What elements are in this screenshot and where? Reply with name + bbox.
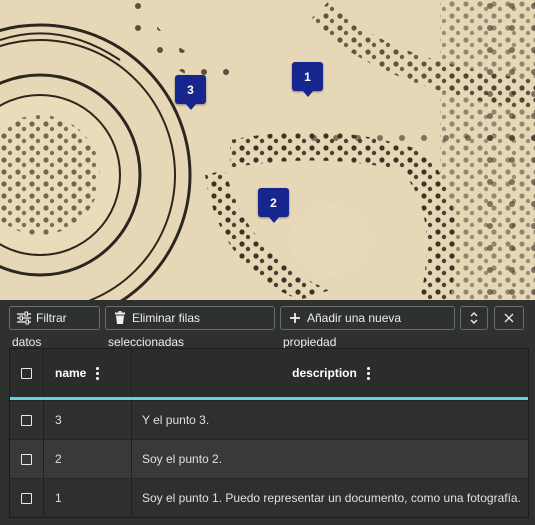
add-property-label: Añadir una nueva: [307, 311, 402, 325]
map-marker-1[interactable]: 1: [292, 62, 323, 97]
filter-icon: [16, 310, 32, 326]
cell-name[interactable]: 2: [55, 440, 62, 478]
close-panel-button[interactable]: [494, 306, 524, 330]
table-row[interactable]: 3 Y el punto 3.: [10, 400, 528, 439]
column-header-description[interactable]: description: [132, 349, 528, 397]
expand-collapse-button[interactable]: [460, 306, 488, 330]
attribute-table-panel: Filtrar Eliminar filas Añadir una nueva: [0, 300, 535, 525]
map-view[interactable]: 1 2 3: [0, 0, 535, 300]
table-toolbar: Filtrar Eliminar filas Añadir una nueva: [0, 300, 535, 349]
row-select-cell: [10, 440, 43, 478]
delete-rows-button[interactable]: Eliminar filas: [105, 306, 275, 330]
column-header-description-label: description: [292, 366, 357, 380]
filter-button[interactable]: Filtrar: [9, 306, 100, 330]
historic-map-image: [0, 0, 535, 300]
row-select-cell: [10, 479, 43, 517]
delete-rows-label-wrap: seleccionadas: [108, 335, 185, 349]
row-checkbox[interactable]: [21, 492, 32, 504]
attribute-table: name description 3 Y el punto 3. 2 Soy e…: [9, 348, 529, 518]
row-checkbox[interactable]: [21, 453, 32, 465]
row-checkbox[interactable]: [21, 414, 32, 426]
trash-icon: [112, 310, 128, 326]
close-icon: [501, 310, 517, 326]
row-select-cell: [10, 401, 43, 439]
add-property-button[interactable]: Añadir una nueva: [280, 306, 455, 330]
cell-name[interactable]: 1: [55, 479, 62, 517]
table-row[interactable]: 2 Soy el punto 2.: [10, 439, 528, 478]
table-row[interactable]: 1 Soy el punto 1. Puedo representar un d…: [10, 478, 528, 517]
select-all-checkbox[interactable]: [21, 367, 32, 379]
cell-description[interactable]: Y el punto 3.: [142, 401, 209, 439]
table-header: name description: [10, 349, 528, 400]
cell-description[interactable]: Soy el punto 2.: [142, 440, 222, 478]
filter-label-wrap: datos: [12, 335, 42, 349]
kebab-menu-icon[interactable]: [366, 366, 370, 380]
cell-description[interactable]: Soy el punto 1. Puedo representar un doc…: [142, 479, 521, 517]
select-all-cell: [10, 349, 43, 397]
plus-icon: [287, 310, 303, 326]
expand-collapse-icon: [466, 310, 482, 326]
map-marker-2[interactable]: 2: [258, 188, 289, 223]
delete-rows-label: Eliminar filas: [132, 311, 201, 325]
filter-label: Filtrar: [36, 311, 67, 325]
map-marker-3[interactable]: 3: [175, 75, 206, 110]
column-header-name[interactable]: name: [43, 349, 131, 397]
column-header-name-label: name: [55, 366, 87, 380]
cell-name[interactable]: 3: [55, 401, 62, 439]
kebab-menu-icon[interactable]: [96, 366, 100, 380]
add-property-label-wrap: propiedad: [283, 335, 337, 349]
